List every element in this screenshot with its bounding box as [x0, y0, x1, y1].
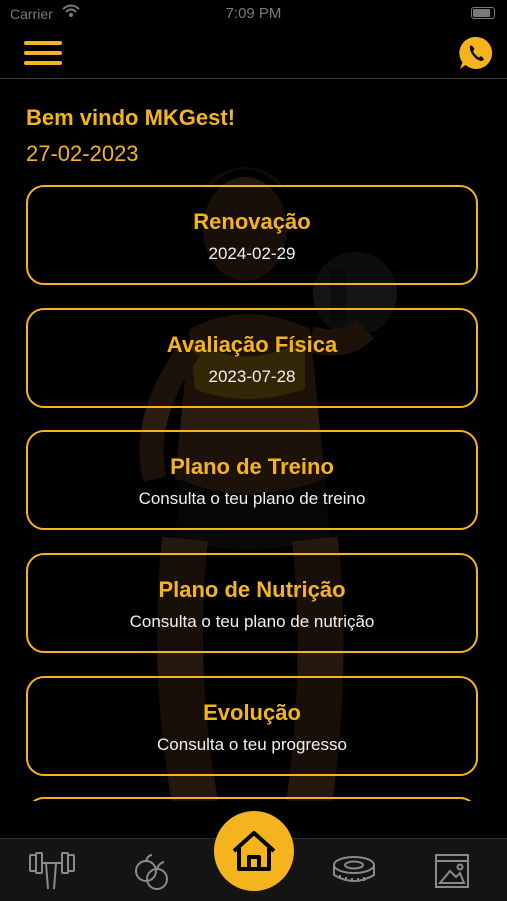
card-title: Evolução — [203, 700, 301, 725]
card-plano-treino[interactable]: Plano de Treino Consulta o teu plano de … — [26, 430, 478, 530]
card-subtitle: Consulta o teu plano de nutrição — [129, 612, 375, 631]
card-subtitle: Consulta o teu progresso — [157, 735, 347, 754]
card-title: Avaliação Física — [166, 332, 338, 357]
card-subtitle: Consulta o teu plano de treino — [138, 489, 366, 508]
card-renovacao[interactable]: Renovação 2024-02-29 — [26, 185, 478, 285]
nav-bar — [0, 28, 507, 79]
card-evolucao[interactable]: Evolução Consulta o teu progresso — [26, 676, 478, 776]
card-partial[interactable] — [26, 797, 478, 801]
home-button[interactable] — [214, 811, 294, 891]
card-title: Plano de Treino — [170, 454, 334, 479]
whatsapp-icon[interactable] — [457, 34, 495, 72]
card-title: Plano de Nutrição — [158, 577, 346, 602]
gallery-icon[interactable] — [432, 849, 482, 893]
card-title: Renovação — [193, 209, 311, 234]
welcome-text: Bem vindo MKGest! — [26, 105, 236, 130]
card-avaliacao-fisica[interactable]: Avaliação Física 2023-07-28 — [26, 308, 478, 408]
card-plano-nutricao[interactable]: Plano de Nutrição Consulta o teu plano d… — [26, 553, 478, 653]
status-bar: Carrier 7:09 PM — [0, 0, 507, 28]
menu-icon[interactable] — [24, 38, 64, 68]
battery-icon — [471, 7, 495, 19]
home-icon — [232, 831, 276, 871]
current-date: 27-02-2023 — [26, 141, 139, 166]
fruit-icon[interactable] — [130, 849, 180, 893]
measuring-tape-icon[interactable] — [330, 849, 380, 893]
card-subtitle: 2023-07-28 — [208, 367, 296, 386]
main-content: Bem vindo MKGest! 27-02-2023 Renovação 2… — [0, 79, 507, 801]
dumbbell-icon[interactable] — [28, 849, 78, 893]
card-subtitle: 2024-02-29 — [208, 244, 296, 263]
clock-time: 7:09 PM — [225, 5, 282, 22]
